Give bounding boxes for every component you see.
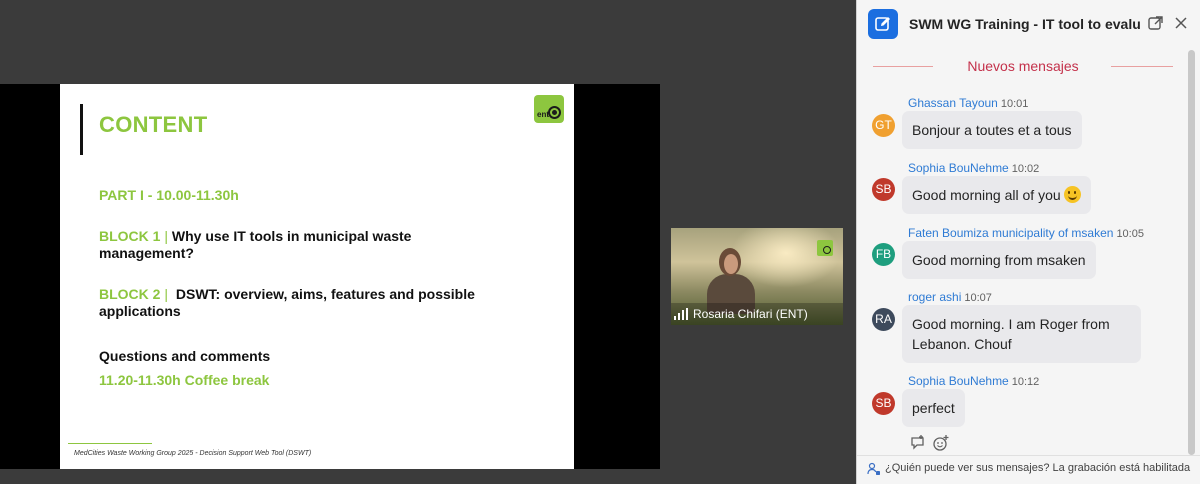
avatar[interactable]: RA [872,308,895,331]
chat-header: SWM WG Training - IT tool to evaluate [857,0,1200,48]
presentation-slide: CONTENT ent PART I - 10.00-11.30h BLOCK … [60,84,574,469]
slide-title: CONTENT [99,112,208,137]
chat-title: SWM WG Training - IT tool to evaluate [909,16,1141,32]
block1-text-cont: management? [99,245,194,261]
questions-line: Questions and comments [99,348,271,364]
message-author[interactable]: Sophia BouNehme [908,161,1009,175]
message-bubble[interactable]: Good morning all of you [902,176,1091,214]
avatar[interactable]: SB [872,392,895,415]
participant-video[interactable]: Rosaria Chifari (ENT) [671,228,843,325]
message-bubble[interactable]: perfect [902,389,965,427]
message-text: Good morning all of you [912,187,1061,203]
message-meta: Faten Boumiza municipality of msaken 10:0… [908,226,1144,240]
add-reaction-icon[interactable] [932,434,950,457]
avatar[interactable]: FB [872,243,895,266]
chat-privacy-notice[interactable]: ¿Quién puede ver sus mensajes? La grabac… [885,462,1190,474]
smile-emoji-icon [1063,186,1081,203]
part-heading: PART I - 10.00-11.30h [99,187,239,203]
new-messages-divider: Nuevos mensajes [873,56,1173,76]
block1-separator: | [164,228,168,244]
participant-name: Rosaria Chifari (ENT) [693,307,808,321]
people-lock-icon [867,462,881,481]
block2-text-cont: applications [99,303,181,319]
participant-name-bar: Rosaria Chifari (ENT) [671,303,843,325]
message-time: 10:05 [1116,228,1144,240]
message-author[interactable]: Ghassan Tayoun [908,96,998,110]
pop-out-icon[interactable] [1147,14,1165,32]
message-author[interactable]: Sophia BouNehme [908,374,1009,388]
block2-line: BLOCK 2 | DSWT: overview, aims, features… [99,286,475,303]
slide-footer: MedCities Waste Working Group 2025 - Dec… [74,450,312,457]
video-logo-icon [817,240,833,256]
ent-logo: ent [534,95,564,123]
signal-bars-icon [674,308,688,320]
message-text-line: Lebanon. Chouf [912,336,1012,352]
title-accent-bar [80,104,83,155]
block1-text: Why use IT tools in municipal waste [171,228,412,244]
message-meta: Sophia BouNehme 10:12 [908,374,1039,388]
close-icon[interactable] [1172,14,1190,32]
message-time: 10:01 [1000,98,1029,110]
message-bubble[interactable]: Good morning from msaken [902,241,1096,279]
message-author[interactable]: Faten Boumiza municipality of msaken [908,226,1113,240]
footer-divider [68,443,152,444]
message-bubble[interactable]: Good morning. I am Roger from Lebanon. C… [902,305,1141,363]
message-time: 10:02 [1011,163,1040,175]
reply-icon[interactable] [909,434,927,457]
message-time: 10:07 [964,292,992,304]
message-meta: Ghassan Tayoun 10:01 [908,96,1028,110]
chat-footer: ¿Quién puede ver sus mensajes? La grabac… [857,455,1200,484]
block1-line: BLOCK 1 | Why use IT tools in municipal … [99,228,411,245]
block2-text: DSWT: overview, aims, features and possi… [175,286,475,302]
message-text-line: Good morning. I am Roger from [912,316,1110,332]
block2-label: BLOCK 2 [99,286,161,302]
chat-panel: SWM WG Training - IT tool to evaluate Nu… [856,0,1200,484]
coffee-break-line: 11.20-11.30h Coffee break [99,372,270,388]
chat-compose-icon [868,9,898,39]
message-bubble[interactable]: Bonjour a toutes et a tous [902,111,1082,149]
chat-scrollbar[interactable] [1188,50,1195,455]
block1-label: BLOCK 1 [99,228,161,244]
block2-separator: | [164,286,168,302]
avatar[interactable]: GT [872,114,895,137]
message-time: 10:12 [1011,376,1040,388]
message-author[interactable]: roger ashi [908,290,961,304]
shared-screen: CONTENT ent PART I - 10.00-11.30h BLOCK … [0,84,660,469]
new-messages-label: Nuevos mensajes [967,58,1079,74]
message-meta: Sophia BouNehme 10:02 [908,161,1039,175]
avatar[interactable]: SB [872,178,895,201]
message-meta: roger ashi 10:07 [908,290,992,304]
